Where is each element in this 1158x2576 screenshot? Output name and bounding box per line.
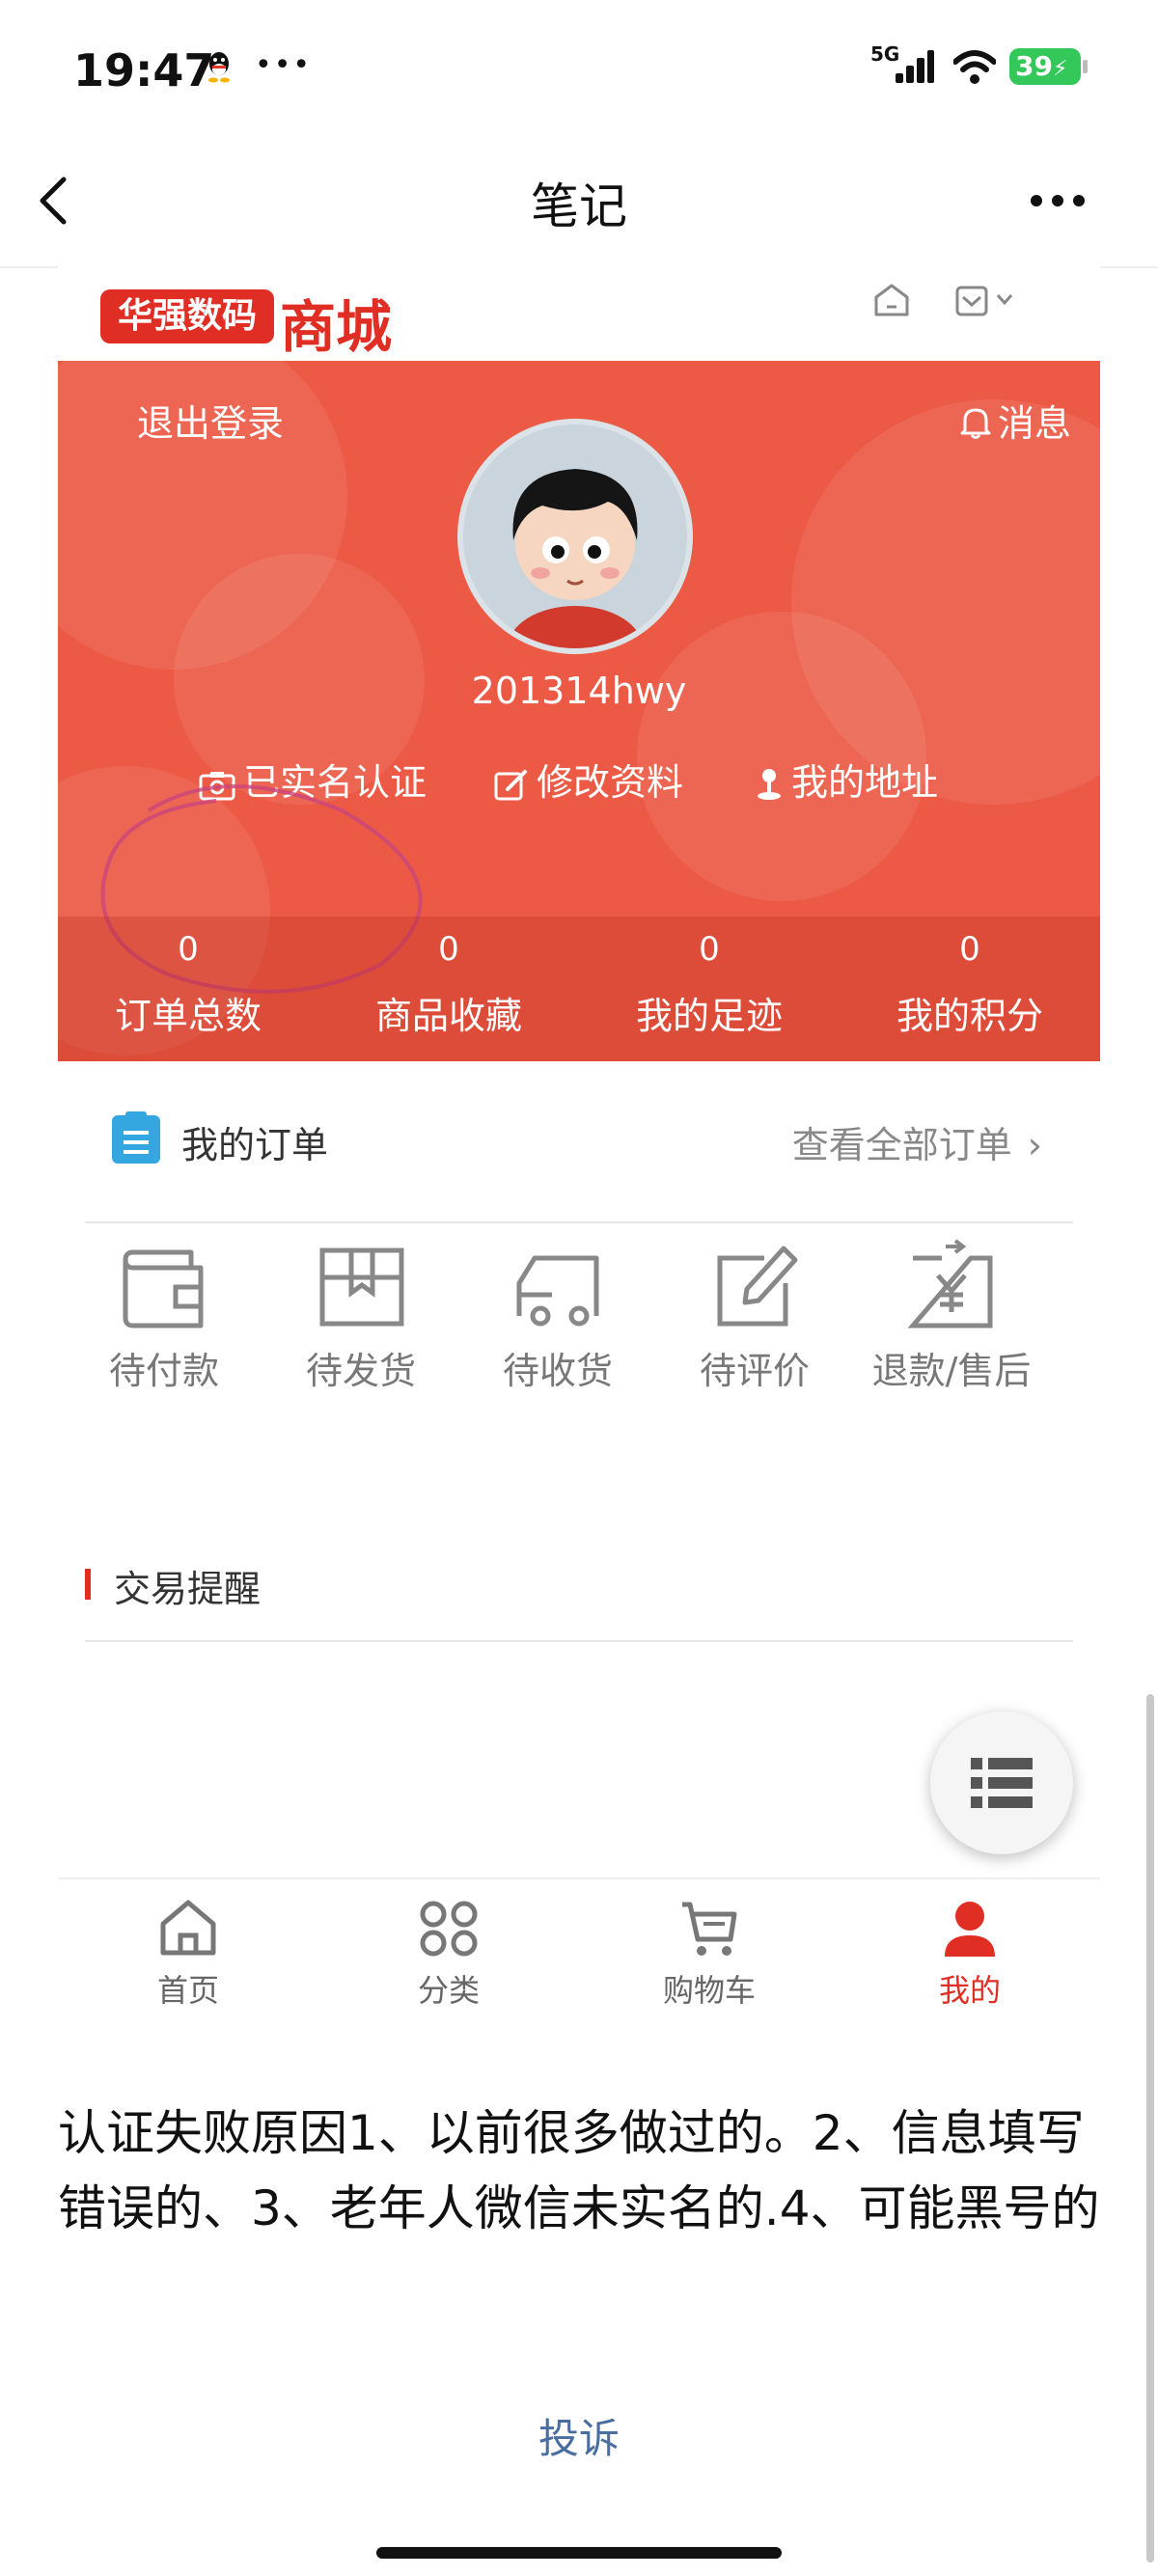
bell-icon: [960, 408, 991, 439]
scrollbar[interactable]: [1146, 1694, 1154, 2562]
pencil-edit-icon: [717, 1246, 798, 1327]
tab-label: 首页: [156, 1972, 219, 2009]
tab-label: 分类: [417, 1972, 480, 2009]
stat-label: 商品收藏: [374, 995, 522, 1037]
trade-reminder-title: 交易提醒: [114, 1568, 262, 1610]
status-label: 待付款: [108, 1350, 219, 1392]
refund-aftersale-button[interactable]: 退款/售后: [853, 1239, 1050, 1394]
bottom-tab-bar: 首页 分类 购物车 我的: [58, 1877, 1100, 2061]
wallet-icon: [123, 1249, 204, 1329]
list-icon: [971, 1758, 1033, 1808]
location-icon: [758, 769, 781, 800]
battery-indicator: 39⚡: [1009, 48, 1081, 85]
tab-home[interactable]: 首页: [58, 1899, 318, 2011]
address-link[interactable]: 我的地址: [755, 753, 938, 806]
floating-menu-button[interactable]: [930, 1712, 1073, 1854]
pending-receipt-button[interactable]: 待收货: [459, 1239, 656, 1394]
divider: [85, 1640, 1073, 1642]
home-icon[interactable]: [872, 282, 911, 318]
stat-label: 订单总数: [114, 995, 262, 1037]
stat-orders[interactable]: 0 订单总数: [58, 917, 318, 1061]
status-more-icon: •••: [255, 48, 313, 82]
user-icon: [945, 1902, 995, 1957]
more-icon[interactable]: [1029, 193, 1087, 208]
pending-review-button[interactable]: 待评价: [656, 1239, 853, 1394]
stats-bar: 0 订单总数 0 商品收藏 0 我的足迹 0 我的积分: [58, 917, 1100, 1061]
stat-label: 我的足迹: [635, 995, 783, 1037]
brand-text: 商城: [280, 294, 393, 360]
stat-value: 0: [178, 930, 199, 969]
logout-link[interactable]: 退出登录: [137, 394, 284, 447]
status-label: 退款/售后: [871, 1350, 1032, 1392]
status-label: 待评价: [699, 1350, 810, 1392]
status-bar: 19:47 ••• 5G 39⚡: [0, 0, 1158, 135]
home-indicator[interactable]: [376, 2547, 782, 2559]
note-body: 认证失败原因1、以前很多做过的。2、信息填写错误的、3、老年人微信未实名的.4、…: [58, 2105, 1100, 2236]
stat-label: 我的积分: [896, 995, 1043, 1037]
avatar[interactable]: [457, 419, 693, 654]
order-status-row: 待付款 待发货 待收货 待评价 退款/售后: [58, 1239, 1100, 1451]
edit-profile-link[interactable]: 修改资料: [494, 753, 683, 806]
messages-link[interactable]: 消息: [959, 394, 1071, 447]
truck-icon: [516, 1255, 599, 1327]
qq-icon: [208, 52, 230, 83]
clipboard-icon: [112, 1111, 160, 1164]
package-icon: [319, 1247, 404, 1327]
pending-shipment-button[interactable]: 待发货: [262, 1239, 459, 1394]
nav-bar: 笔记: [0, 135, 1158, 268]
stat-favorites[interactable]: 0 商品收藏: [318, 917, 579, 1061]
tab-label: 我的: [938, 1972, 1001, 2009]
my-orders-title: 我的订单: [181, 1124, 329, 1166]
view-all-orders-label: 查看全部订单: [791, 1124, 1012, 1166]
battery-tip: [1083, 60, 1088, 73]
pending-payment-button[interactable]: 待付款: [66, 1239, 262, 1394]
cart-icon: [682, 1902, 737, 1956]
profile-header: 退出登录 消息 201314hwy 已实名认证 修改资料 我的地址 0 订单总数…: [58, 361, 1100, 1061]
view-all-orders-link[interactable]: 查看全部订单 ›: [792, 1115, 1042, 1168]
edit-profile-label: 修改资料: [537, 761, 684, 804]
edit-icon: [494, 770, 527, 801]
page-title: 笔记: [531, 178, 627, 234]
status-label: 待收货: [502, 1350, 613, 1392]
status-time: 19:47: [73, 44, 215, 96]
messages-label: 消息: [997, 402, 1071, 445]
avatar-cartoon-icon: [508, 469, 643, 648]
stat-value: 0: [959, 930, 980, 969]
complain-link[interactable]: 投诉: [0, 2406, 1158, 2465]
tab-category[interactable]: 分类: [318, 1899, 579, 2011]
status-label: 待发货: [305, 1350, 416, 1392]
address-label: 我的地址: [791, 761, 939, 804]
chevron-right-icon: ›: [1027, 1124, 1042, 1166]
brand-box: 华强数码: [100, 289, 274, 343]
stat-value: 0: [699, 930, 720, 969]
refund-icon: [907, 1239, 993, 1329]
wifi-icon: [953, 50, 996, 84]
username: 201314hwy: [471, 670, 687, 712]
my-orders-header[interactable]: 我的订单 查看全部订单 ›: [58, 1061, 1100, 1221]
stat-value: 0: [438, 930, 459, 969]
grid-icon: [420, 1901, 478, 1957]
divider: [85, 1221, 1073, 1223]
message-dropdown-icon[interactable]: [955, 284, 1017, 318]
stat-footprints[interactable]: 0 我的足迹: [579, 917, 840, 1061]
home-icon: [160, 1900, 216, 1956]
tab-mine[interactable]: 我的: [840, 1899, 1100, 2011]
tab-cart[interactable]: 购物车: [579, 1899, 840, 2011]
section-accent-bar: [85, 1569, 91, 1600]
tab-label: 购物车: [662, 1972, 756, 2009]
stat-points[interactable]: 0 我的积分: [840, 917, 1100, 1061]
embedded-screenshot: 华强数码 商城 退出登录 消息 201314hwy 已实名认证 修改资料 我的地…: [58, 266, 1100, 2061]
signal-icon: [896, 50, 934, 83]
